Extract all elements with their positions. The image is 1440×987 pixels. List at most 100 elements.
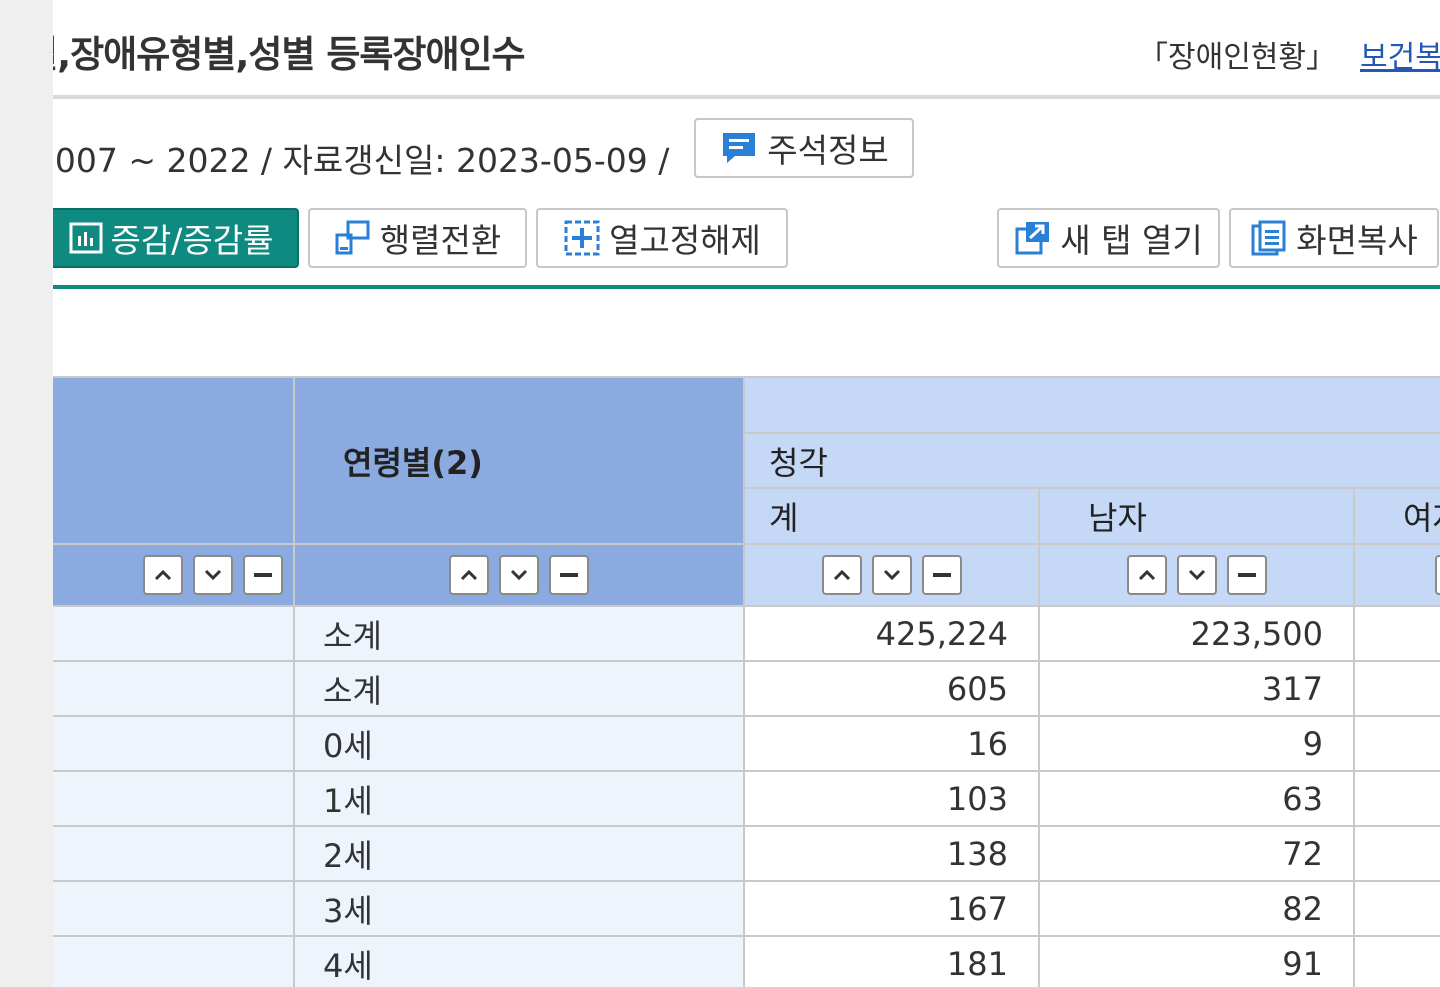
row-dim2-cell: 소계 <box>293 660 745 717</box>
unfreeze-columns-button[interactable]: 열고정해제 <box>536 208 788 268</box>
table-row: 4세 181 91 <box>53 935 1440 987</box>
left-gutter <box>0 0 53 987</box>
group-header-hearing: 청각 <box>742 432 1440 489</box>
table-row: 3세 167 82 <box>53 880 1440 937</box>
row-dim2-cell: 소계 <box>293 605 745 662</box>
total-sort-controls <box>743 543 1040 607</box>
screen-capture-label: 화면복사 <box>1296 221 1418 260</box>
value-male: 63 <box>1038 770 1355 827</box>
chevron-down-icon <box>510 569 528 581</box>
row-dim2-cell: 0세 <box>293 715 745 772</box>
chevron-down-icon <box>883 569 900 581</box>
row-dim1-cell <box>53 605 295 662</box>
stat-table: 연령별(2) 청각 계 남자 여자 <box>53 376 1440 987</box>
col-header-female: 여자 <box>1352 487 1440 545</box>
chevron-down-icon <box>204 569 222 581</box>
value-male: 223,500 <box>1038 605 1355 662</box>
sort-descending-button[interactable] <box>871 555 912 595</box>
row-dim2-cell: 2세 <box>293 825 745 882</box>
bar-chart-icon <box>69 222 103 254</box>
value-female <box>1352 935 1440 987</box>
minus-icon <box>1237 573 1256 577</box>
sort-control-row <box>53 543 1440 607</box>
value-female <box>1352 660 1440 717</box>
pivot-icon <box>335 220 370 255</box>
sort-clear-button[interactable] <box>921 555 962 595</box>
change-rate-label: 증감/증감률 <box>110 221 274 260</box>
comment-icon <box>723 133 756 163</box>
value-total: 605 <box>743 660 1040 717</box>
sort-descending-button[interactable] <box>1176 555 1217 595</box>
source-label: 「장애인현황」 <box>1138 40 1336 75</box>
value-female <box>1352 605 1440 662</box>
page-header: 령별,장애유형별,성별 등록장애인수 「장애인현황」 보건복 <box>53 0 1440 96</box>
female-sort-controls <box>1352 543 1440 607</box>
chevron-up-icon <box>154 569 172 581</box>
value-female <box>1352 715 1440 772</box>
sort-ascending-button[interactable] <box>1435 555 1440 595</box>
annotation-button[interactable]: 주석정보 <box>694 118 914 178</box>
source-link[interactable]: 보건복 <box>1360 32 1440 76</box>
value-total: 167 <box>743 880 1040 937</box>
row-dim1-cell <box>53 715 295 772</box>
value-male: 72 <box>1038 825 1355 882</box>
table-row: 소계 425,224 223,500 <box>53 605 1440 662</box>
value-total: 425,224 <box>743 605 1040 662</box>
data-grid: 연령별(2) 청각 계 남자 여자 <box>53 376 1440 987</box>
new-tab-label: 새 탭 열기 <box>1060 221 1203 260</box>
row-dim2-cell: 3세 <box>293 880 745 937</box>
header-row-1: 연령별(2) <box>53 376 1440 545</box>
sort-ascending-button[interactable] <box>449 555 489 595</box>
value-total: 16 <box>743 715 1040 772</box>
unfreeze-icon <box>564 220 600 256</box>
row-dim1-cell <box>53 660 295 717</box>
sort-descending-button[interactable] <box>193 555 233 595</box>
minus-icon <box>560 573 578 577</box>
page-title: 령별,장애유형별,성별 등록장애인수 <box>53 33 526 76</box>
change-rate-button[interactable]: 증감/증감률 <box>53 208 299 268</box>
sort-ascending-button[interactable] <box>821 555 862 595</box>
row-dim2-cell: 1세 <box>293 770 745 827</box>
sort-clear-button[interactable] <box>549 555 589 595</box>
pivot-label: 행렬전환 <box>379 221 502 260</box>
table-row: 0세 16 9 <box>53 715 1440 772</box>
chevron-up-icon <box>460 569 478 581</box>
value-total: 138 <box>743 825 1040 882</box>
row-dim2-cell: 4세 <box>293 935 745 987</box>
male-sort-controls <box>1038 543 1355 607</box>
dim1-header <box>53 376 295 545</box>
header-divider <box>53 95 1440 99</box>
row-dim1-cell <box>53 935 295 987</box>
table-row: 소계 605 317 <box>53 660 1440 717</box>
minus-icon <box>254 573 272 577</box>
chevron-down-icon <box>1188 569 1205 581</box>
value-male: 317 <box>1038 660 1355 717</box>
top-group-header <box>742 376 1440 434</box>
value-female <box>1352 880 1440 937</box>
col-header-male: 남자 <box>1038 487 1355 545</box>
sort-ascending-button[interactable] <box>1126 555 1167 595</box>
sort-clear-button[interactable] <box>243 555 283 595</box>
unfreeze-label: 열고정해제 <box>609 221 761 260</box>
sort-ascending-button[interactable] <box>143 555 183 595</box>
dim2-header: 연령별(2) <box>293 376 745 545</box>
sort-descending-button[interactable] <box>499 555 539 595</box>
viewport: 령별,장애유형별,성별 등록장애인수 「장애인현황」 보건복 년 2007 ~ … <box>53 0 1440 987</box>
period-info: 년 2007 ~ 2022 / 자료갱신일: 2023-05-09 / <box>53 141 670 180</box>
row-dim1-cell <box>53 825 295 882</box>
minus-icon <box>932 573 951 577</box>
pivot-button[interactable]: 행렬전환 <box>308 208 527 268</box>
col-header-total: 계 <box>743 487 1040 545</box>
value-female <box>1352 770 1440 827</box>
row-dim1-cell <box>53 770 295 827</box>
value-total: 181 <box>743 935 1040 987</box>
dim2-sort-controls <box>293 543 745 607</box>
sort-clear-button[interactable] <box>1226 555 1267 595</box>
new-tab-button[interactable]: 새 탭 열기 <box>997 208 1220 268</box>
table-row: 2세 138 72 <box>53 825 1440 882</box>
screen-capture-button[interactable]: 화면복사 <box>1229 208 1439 268</box>
external-link-icon <box>1015 222 1050 255</box>
value-female <box>1352 825 1440 882</box>
row-dim1-cell <box>53 880 295 937</box>
annotation-label: 주석정보 <box>767 131 889 170</box>
